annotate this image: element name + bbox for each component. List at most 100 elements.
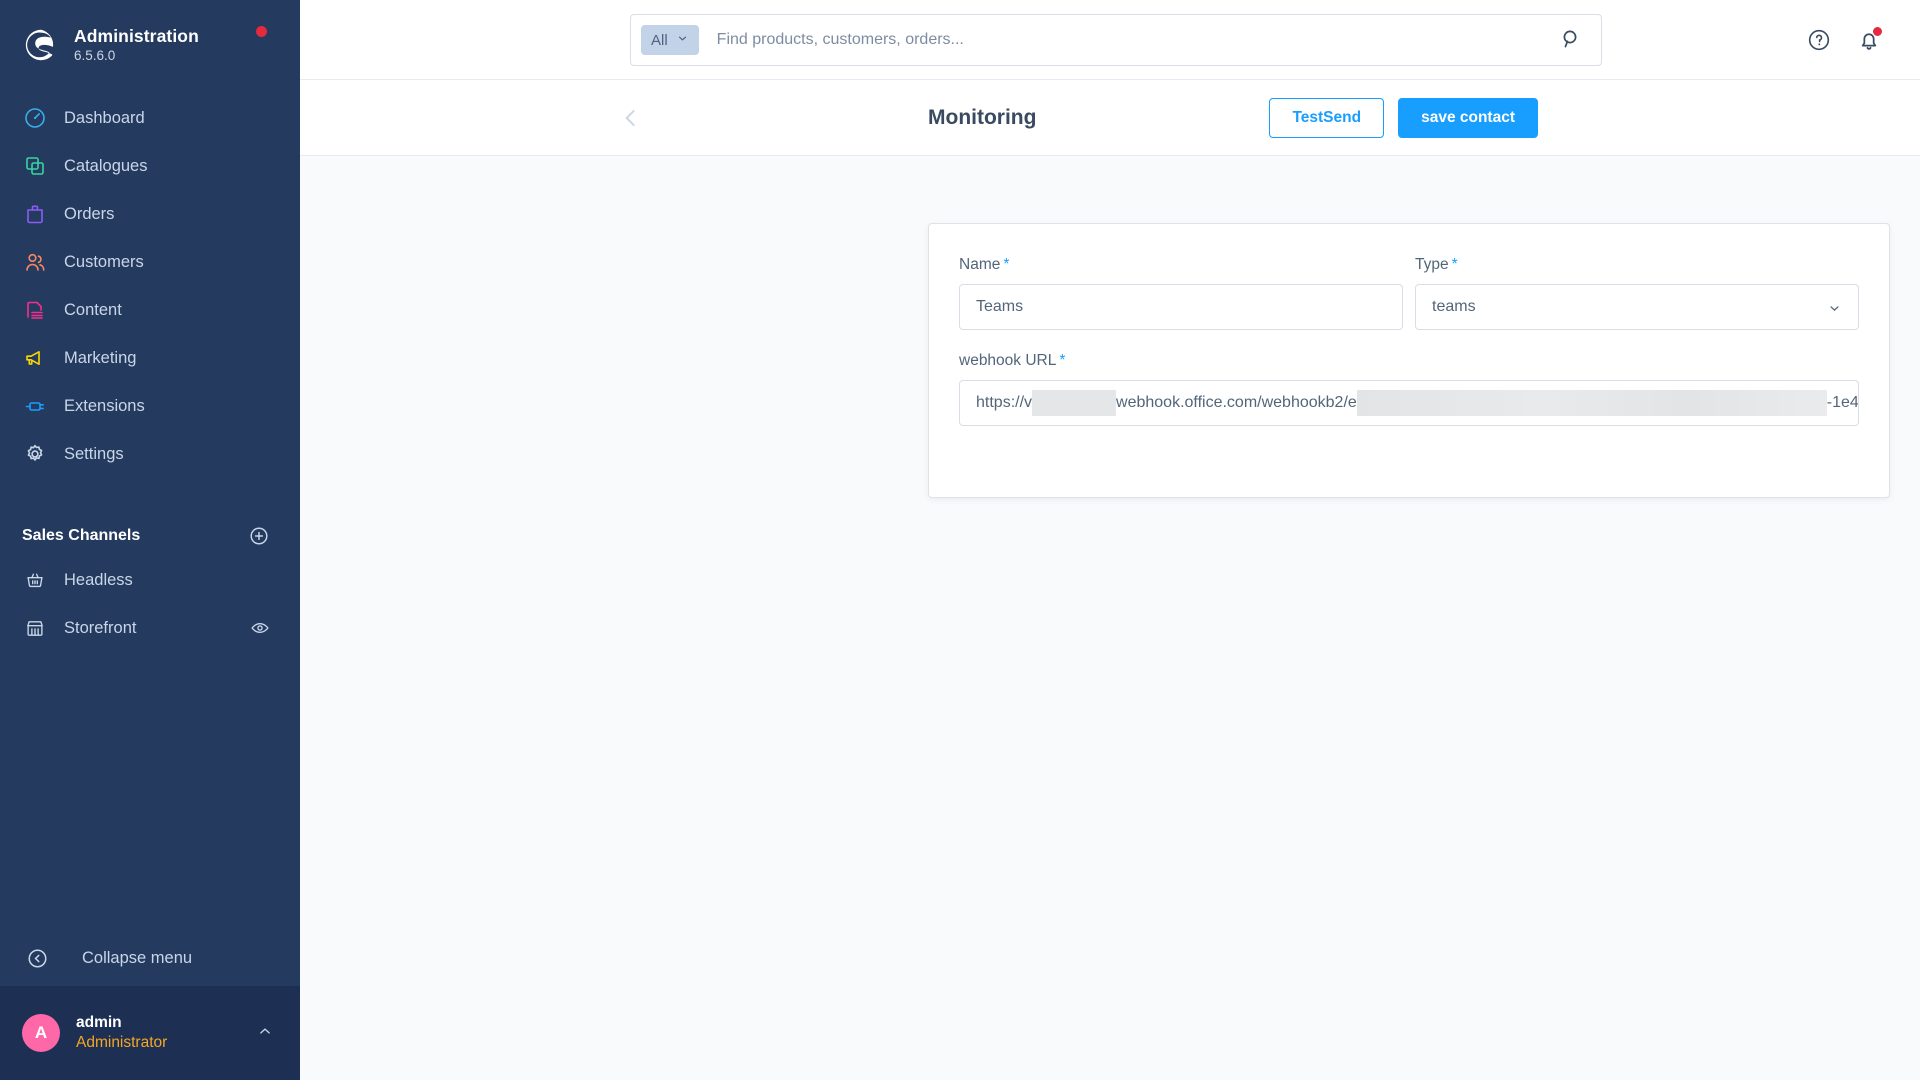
sidebar-item-marketing[interactable]: Marketing — [0, 334, 300, 382]
topbar: All — [300, 0, 1920, 80]
collapse-left-icon — [24, 945, 50, 971]
sidebar-item-customers[interactable]: Customers — [0, 238, 300, 286]
search-icon[interactable] — [1559, 27, 1585, 53]
form-row-1: Name * Teams Type * teams — [959, 256, 1859, 330]
webhook-url-input[interactable]: https://v webhook.office.com/webhookb2/e… — [959, 380, 1859, 426]
type-select-value: teams — [1432, 298, 1476, 315]
chevron-down-icon — [1827, 301, 1842, 321]
webhook-label-text: webhook URL — [959, 352, 1057, 369]
webhook-url-prefix: https://v — [976, 394, 1033, 411]
chevron-down-icon — [676, 32, 689, 49]
sidebar: Administration 6.5.6.0 Dashboard Catalog… — [0, 0, 300, 1080]
type-field-group: Type * teams — [1415, 256, 1859, 330]
type-field-label: Type * — [1415, 256, 1859, 274]
user-name: admin — [76, 1013, 122, 1031]
brand-text: Administration 6.5.6.0 — [74, 26, 199, 64]
required-asterisk: * — [1003, 256, 1010, 273]
page-content: Name * Teams Type * teams webhook URL * … — [300, 156, 1920, 1080]
chevron-left-icon[interactable] — [618, 105, 644, 131]
dashboard-icon — [22, 105, 48, 131]
search-scope-label: All — [651, 31, 668, 49]
sidebar-item-label: Orders — [64, 204, 115, 223]
sidebar-item-label: Customers — [64, 252, 144, 271]
eye-icon[interactable] — [250, 618, 270, 638]
chevron-up-icon[interactable] — [256, 1022, 274, 1045]
type-select[interactable]: teams — [1415, 284, 1859, 330]
notification-badge — [1872, 26, 1883, 37]
main-area: All Find products, customers, orders... … — [300, 0, 1920, 1080]
sidebar-item-label: Dashboard — [64, 108, 145, 127]
name-field-label: Name * — [959, 256, 1403, 274]
form-row-2: webhook URL * https://v webhook.office.co… — [959, 352, 1859, 426]
brand-version: 6.5.6.0 — [74, 48, 116, 64]
marketing-icon — [22, 345, 48, 371]
required-asterisk: * — [1451, 256, 1458, 273]
webhook-url-suffix: -1e49 — [1826, 394, 1859, 411]
brand-title: Administration — [74, 26, 199, 47]
shopware-logo-icon — [22, 26, 60, 64]
sales-channel-label: Headless — [64, 570, 133, 589]
gear-icon — [22, 441, 48, 467]
help-circle-icon[interactable] — [1806, 27, 1832, 53]
sidebar-item-extensions[interactable]: Extensions — [0, 382, 300, 430]
avatar: A — [22, 1014, 60, 1052]
global-search[interactable]: All — [630, 14, 1602, 66]
webhook-field-label: webhook URL * — [959, 352, 1859, 370]
basket-icon — [22, 567, 48, 593]
search-input[interactable] — [698, 31, 1559, 49]
page-header: Monitoring TestSend save contact — [300, 80, 1920, 156]
redacted-segment — [1032, 390, 1117, 416]
collapse-menu-button[interactable]: Collapse menu — [0, 930, 300, 986]
user-text: admin Administrator — [76, 1013, 167, 1053]
store-icon — [22, 615, 48, 641]
sidebar-nav: Dashboard Catalogues Orders Customers Co… — [0, 94, 300, 478]
user-role: Administrator — [76, 1034, 168, 1051]
app-root: Administration 6.5.6.0 Dashboard Catalog… — [0, 0, 1920, 1080]
catalogues-icon — [22, 153, 48, 179]
update-status-dot — [256, 26, 267, 37]
monitoring-form-card: Name * Teams Type * teams webhook URL * … — [928, 223, 1890, 498]
collapse-menu-label: Collapse menu — [82, 948, 193, 967]
required-asterisk: * — [1059, 352, 1066, 369]
user-menu[interactable]: A admin Administrator — [0, 986, 300, 1080]
sales-channels-header: Sales Channels — [0, 516, 300, 556]
sales-channel-left: Storefront — [22, 615, 136, 641]
sidebar-item-label: Marketing — [64, 348, 137, 367]
sales-channel-left: Headless — [22, 567, 133, 593]
redacted-segment — [1356, 390, 1827, 416]
sidebar-item-catalogues[interactable]: Catalogues — [0, 142, 300, 190]
sidebar-item-settings[interactable]: Settings — [0, 430, 300, 478]
sidebar-item-content[interactable]: Content — [0, 286, 300, 334]
sidebar-item-orders[interactable]: Orders — [0, 190, 300, 238]
sidebar-item-label: Settings — [64, 444, 124, 463]
search-scope-selector[interactable]: All — [641, 25, 699, 55]
webhook-field-group: webhook URL * https://v webhook.office.co… — [959, 352, 1859, 426]
customers-icon — [22, 249, 48, 275]
sidebar-item-label: Catalogues — [64, 156, 148, 175]
sales-channel-label: Storefront — [64, 618, 137, 637]
sales-channel-headless[interactable]: Headless — [0, 556, 300, 604]
page-title: Monitoring — [928, 105, 1037, 129]
name-input-value: Teams — [976, 298, 1024, 315]
type-label-text: Type — [1415, 256, 1449, 273]
plus-circle-icon[interactable] — [248, 525, 270, 547]
webhook-url-value: https://v webhook.office.com/webhookb2/e… — [976, 390, 1859, 416]
save-contact-button[interactable]: save contact — [1398, 97, 1538, 138]
name-field-group: Name * Teams — [959, 256, 1403, 330]
sales-channels-title: Sales Channels — [22, 527, 141, 544]
orders-icon — [22, 201, 48, 227]
sidebar-item-label: Extensions — [64, 396, 145, 415]
sidebar-item-label: Content — [64, 300, 122, 319]
content-icon — [22, 297, 48, 323]
name-input[interactable]: Teams — [959, 284, 1403, 330]
bell-icon[interactable] — [1856, 26, 1883, 53]
topbar-actions — [1806, 0, 1883, 80]
page-header-actions: TestSend save contact — [1269, 97, 1538, 138]
brand-header[interactable]: Administration 6.5.6.0 — [0, 0, 300, 72]
name-label-text: Name — [959, 256, 1001, 273]
sidebar-item-dashboard[interactable]: Dashboard — [0, 94, 300, 142]
sales-channel-storefront[interactable]: Storefront — [0, 604, 300, 652]
webhook-url-mid: webhook.office.com/webhookb2/e — [1116, 394, 1357, 411]
testsend-button[interactable]: TestSend — [1269, 97, 1385, 138]
extensions-icon — [22, 393, 48, 419]
